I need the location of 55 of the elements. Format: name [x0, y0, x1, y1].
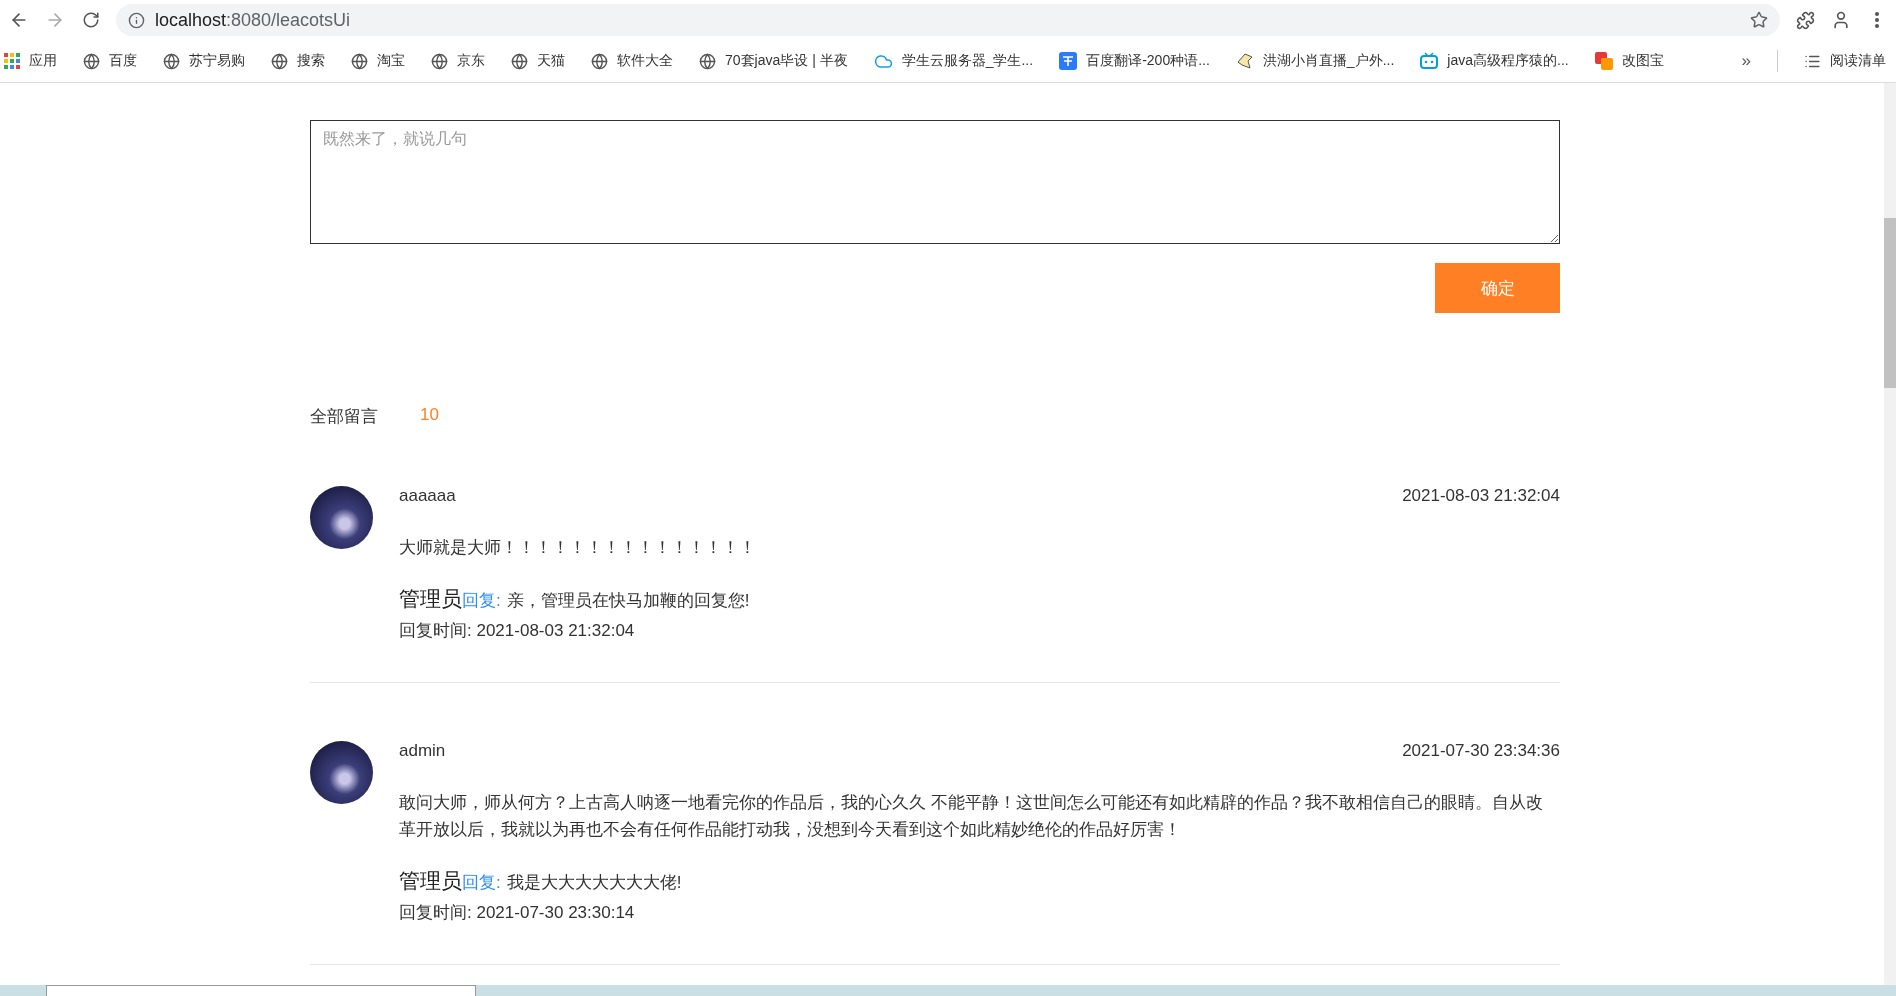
globe-icon — [591, 52, 608, 70]
user-icon — [1831, 10, 1851, 30]
translate-icon — [1059, 52, 1078, 70]
extensions-button[interactable] — [1794, 9, 1816, 31]
tv-icon — [1420, 52, 1439, 70]
reload-icon — [82, 11, 100, 29]
bookmark-link[interactable]: 天猫 — [511, 52, 565, 70]
bookmark-link[interactable]: 百度 — [83, 52, 137, 70]
bookmark-star-icon[interactable] — [1750, 11, 1768, 29]
bookmark-link[interactable]: 淘宝 — [351, 52, 405, 70]
comment-count: 10 — [420, 405, 439, 426]
comment-text: 大师就是大师！！！！！！！！！！！！！！！ — [399, 537, 757, 559]
bookmark-link[interactable]: 改图宝 — [1594, 52, 1664, 70]
globe-icon — [431, 52, 448, 70]
more-bookmarks-button[interactable]: » — [1741, 51, 1751, 71]
globe-icon — [511, 52, 528, 70]
bookmark-link[interactable]: 苏宁易购 — [163, 52, 245, 70]
bookmark-link[interactable]: 京东 — [431, 52, 485, 70]
reply-time: 回复时间: 2021-08-03 21:32:04 — [399, 620, 636, 642]
reply-text: 亲，管理员在快马加鞭的回复您! — [506, 590, 750, 612]
bookmark-link[interactable]: 搜索 — [271, 52, 325, 70]
scrollbar-thumb[interactable] — [1884, 218, 1896, 388]
address-bar[interactable]: localhost:8080/leacotsUi — [116, 4, 1780, 36]
comment-author: admin — [399, 741, 446, 761]
reply-author: 管理员 — [399, 868, 462, 894]
apps-grid-icon — [4, 53, 20, 69]
scrollbar[interactable] — [1884, 83, 1896, 985]
globe-icon — [271, 52, 288, 70]
bookmark-link[interactable]: 应用 — [4, 52, 57, 70]
comment-text: 敢问大师，师从何方？上古高人呐逐一地看完你的作品后，我的心久久 不能平静！这世间怎么可能还有如此精辟的作品？我不敢相信自己的眼睛。自从改革开放以后，我就以为再也不会有任何作品能打动我，没想到今天看到这个如此精妙绝伦的作品好厉害！ — [399, 792, 1544, 841]
reply-author: 管理员 — [399, 586, 462, 612]
info-icon — [128, 11, 145, 29]
comment-author: aaaaaa — [399, 486, 456, 506]
bookmark-link[interactable]: 学生云服务器_学生... — [873, 51, 1034, 71]
reply-time: 回复时间: 2021-07-30 23:30:14 — [399, 902, 636, 924]
bookmark-link[interactable]: 洪湖小肖直播_户外... — [1235, 52, 1395, 70]
bookmark-link[interactable]: 百度翻译-200种语... — [1059, 52, 1210, 70]
comment-time: 2021-07-30 23:34:36 — [1402, 741, 1560, 761]
taskbar-search-field[interactable] — [46, 985, 476, 996]
globe-icon — [83, 52, 100, 70]
globe-icon — [351, 52, 368, 70]
reading-list-button[interactable]: 阅读清单 — [1804, 52, 1886, 70]
bookmark-link[interactable]: 软件大全 — [591, 52, 673, 70]
bookmark-link[interactable]: 70套java毕设 | 半夜 — [699, 52, 848, 70]
menu-icon — [1875, 12, 1879, 28]
comment-input-field[interactable]: 既然来了，就说几句 — [310, 120, 1560, 244]
puzzle-icon — [1795, 10, 1815, 30]
globe-icon — [699, 52, 716, 70]
globe-icon — [163, 52, 180, 70]
bookmark-link[interactable]: java高级程序猿的... — [1420, 52, 1569, 70]
url-text: localhost:8080/leacotsUi — [155, 9, 351, 31]
all-comments-label: 全部留言 — [310, 406, 378, 428]
squares-icon — [1594, 52, 1613, 70]
comment-time: 2021-08-03 21:32:04 — [1402, 486, 1560, 506]
reply-text: 我是大大大大大大大佬! — [506, 872, 682, 894]
